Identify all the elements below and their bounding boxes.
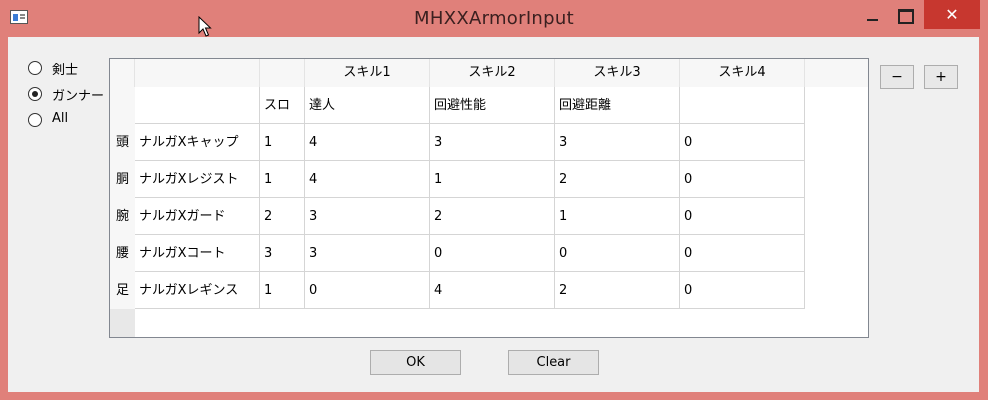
skill1-value-cell[interactable]: 3	[305, 235, 430, 272]
client-area: 剣士 ガンナー All スキル1 スキル2 スキル3 スキル4 スロ 達人 回避…	[8, 37, 979, 392]
grid-corner	[110, 59, 135, 87]
skill2-value-cell[interactable]: 0	[430, 235, 555, 272]
radio-circle[interactable]	[28, 113, 42, 127]
row-header-part[interactable]: 腕	[110, 198, 135, 235]
skill2-value-cell[interactable]: 1	[430, 161, 555, 198]
title-bar: MHXXArmorInput ✕	[0, 0, 988, 36]
maximize-button[interactable]	[893, 6, 917, 26]
radio-circle[interactable]	[28, 87, 42, 101]
skill2-value-cell[interactable]: 3	[430, 124, 555, 161]
skill2-value-cell[interactable]: 4	[430, 272, 555, 309]
new-row-header[interactable]	[110, 309, 135, 337]
armor-name-cell[interactable]: ナルガXレジスト	[135, 161, 260, 198]
minimize-button[interactable]	[862, 6, 882, 26]
skill-name-cell[interactable]: 達人	[305, 87, 430, 124]
skill1-value-cell[interactable]: 0	[305, 272, 430, 309]
skill4-value-cell[interactable]: 0	[680, 198, 805, 235]
skill3-value-cell[interactable]: 0	[555, 235, 680, 272]
column-header-blank	[260, 59, 305, 87]
slot-cell[interactable]: 3	[260, 235, 305, 272]
armor-name-cell[interactable]: ナルガXガード	[135, 198, 260, 235]
skill4-value-cell[interactable]: 0	[680, 161, 805, 198]
skill3-value-cell[interactable]: 1	[555, 198, 680, 235]
skill1-value-cell[interactable]: 4	[305, 124, 430, 161]
radio-circle[interactable]	[28, 61, 42, 75]
radio-label: ガンナー	[52, 89, 105, 104]
skill-name-cell[interactable]	[680, 87, 805, 124]
column-header-skill1[interactable]: スキル1	[305, 59, 430, 87]
armor-grid[interactable]: スキル1 スキル2 スキル3 スキル4 スロ 達人 回避性能 回避距離 頭 ナル…	[109, 58, 869, 338]
skill4-value-cell[interactable]: 0	[680, 235, 805, 272]
remove-row-button[interactable]: −	[880, 65, 914, 89]
close-button[interactable]: ✕	[924, 0, 980, 29]
slot-cell[interactable]: 1	[260, 161, 305, 198]
armor-name-cell[interactable]: ナルガXレギンス	[135, 272, 260, 309]
skill-name-cell[interactable]	[135, 87, 260, 124]
radio-label: 剣士	[52, 63, 79, 78]
row-header-part[interactable]: 胴	[110, 161, 135, 198]
slot-label-cell[interactable]: スロ	[260, 87, 305, 124]
mouse-cursor-icon	[198, 16, 212, 37]
column-header-skill3[interactable]: スキル3	[555, 59, 680, 87]
column-header-skill2[interactable]: スキル2	[430, 59, 555, 87]
skill4-value-cell[interactable]: 0	[680, 272, 805, 309]
column-header-skill4[interactable]: スキル4	[680, 59, 805, 87]
armor-name-cell[interactable]: ナルガXコート	[135, 235, 260, 272]
window-title: MHXXArmorInput	[414, 8, 574, 29]
skill3-value-cell[interactable]: 2	[555, 272, 680, 309]
radio-label: All	[52, 111, 69, 126]
column-header-blank	[135, 59, 260, 87]
skill-name-cell[interactable]: 回避距離	[555, 87, 680, 124]
skill3-value-cell[interactable]: 2	[555, 161, 680, 198]
slot-cell[interactable]: 1	[260, 124, 305, 161]
row-header-part[interactable]: 足	[110, 272, 135, 309]
skill-name-cell[interactable]: 回避性能	[430, 87, 555, 124]
slot-cell[interactable]: 2	[260, 198, 305, 235]
skill1-value-cell[interactable]: 4	[305, 161, 430, 198]
row-header-part[interactable]: 腰	[110, 235, 135, 272]
skill2-value-cell[interactable]: 2	[430, 198, 555, 235]
add-row-button[interactable]: +	[924, 65, 958, 89]
row-header-part[interactable]: 頭	[110, 124, 135, 161]
ok-button[interactable]: OK	[370, 350, 461, 375]
armor-name-cell[interactable]: ナルガXキャップ	[135, 124, 260, 161]
skill1-value-cell[interactable]: 3	[305, 198, 430, 235]
skill3-value-cell[interactable]: 3	[555, 124, 680, 161]
skill4-value-cell[interactable]: 0	[680, 124, 805, 161]
clear-button[interactable]: Clear	[508, 350, 599, 375]
slot-cell[interactable]: 1	[260, 272, 305, 309]
column-header-filler	[805, 59, 868, 87]
